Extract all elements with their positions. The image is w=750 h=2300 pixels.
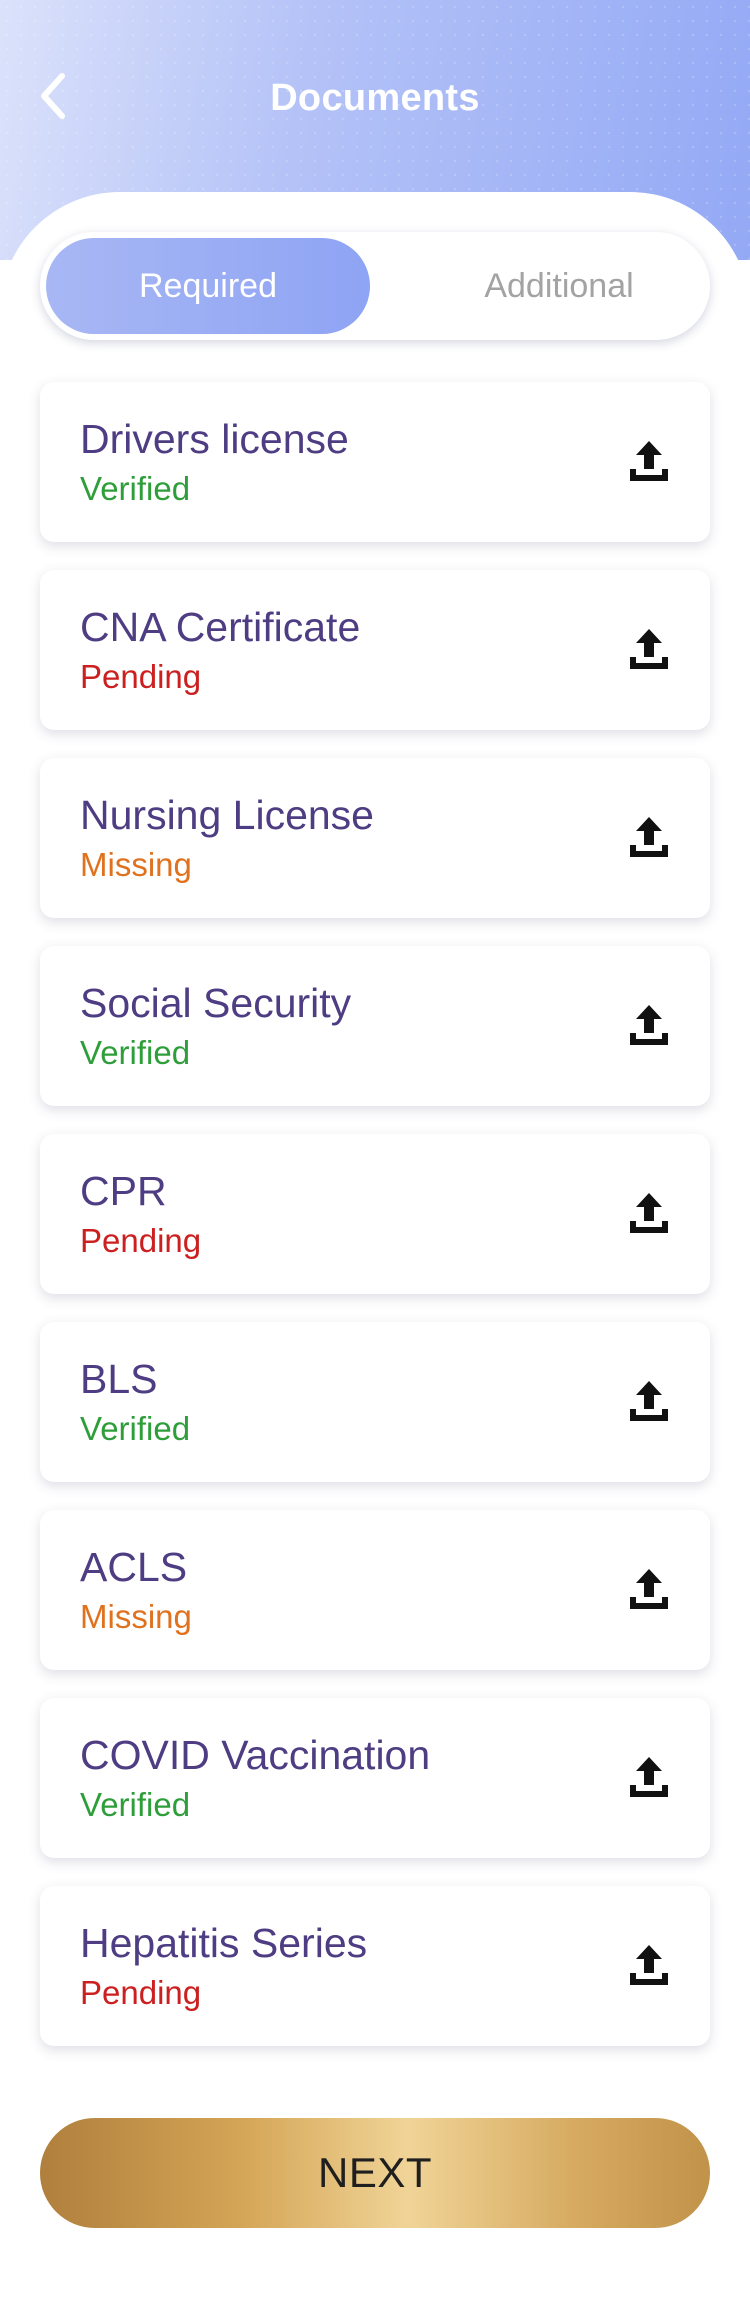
document-card-hepatitis-series[interactable]: Hepatitis Series Pending xyxy=(40,1886,710,2046)
upload-button[interactable] xyxy=(624,1565,674,1615)
upload-button[interactable] xyxy=(624,1941,674,1991)
upload-icon xyxy=(624,1005,674,1055)
upload-button[interactable] xyxy=(624,1189,674,1239)
upload-icon xyxy=(624,1569,674,1619)
document-name: Drivers license xyxy=(80,416,349,462)
document-card-cna-certificate[interactable]: CNA Certificate Pending xyxy=(40,570,710,730)
upload-icon xyxy=(624,817,674,867)
document-status: Verified xyxy=(80,1034,191,1071)
upload-icon xyxy=(624,441,674,491)
document-name: Hepatitis Series xyxy=(80,1920,368,1966)
document-card-drivers-license[interactable]: Drivers license Verified xyxy=(40,382,710,542)
document-status: Verified xyxy=(80,1410,191,1447)
upload-button[interactable] xyxy=(624,625,674,675)
tab-additional[interactable]: Additional xyxy=(414,238,704,334)
tab-required[interactable]: Required xyxy=(46,238,370,334)
tab-bar: Required Additional xyxy=(40,232,710,340)
document-card-nursing-license[interactable]: Nursing License Missing xyxy=(40,758,710,918)
document-name: ACLS xyxy=(80,1544,188,1590)
upload-icon xyxy=(624,1945,674,1995)
document-card-bls[interactable]: BLS Verified xyxy=(40,1322,710,1482)
upload-icon xyxy=(624,1381,674,1431)
document-name: COVID Vaccination xyxy=(80,1732,431,1778)
upload-button[interactable] xyxy=(624,1001,674,1051)
document-name: CPR xyxy=(80,1168,167,1214)
upload-icon xyxy=(624,1193,674,1243)
document-status: Verified xyxy=(80,470,191,507)
document-name: Social Security xyxy=(80,980,352,1026)
document-name: Nursing License xyxy=(80,792,374,838)
upload-icon xyxy=(624,1757,674,1807)
document-name: CNA Certificate xyxy=(80,604,361,650)
upload-button[interactable] xyxy=(624,1753,674,1803)
document-status: Verified xyxy=(80,1786,191,1823)
document-card-covid-vaccination[interactable]: COVID Vaccination Verified xyxy=(40,1698,710,1858)
upload-button[interactable] xyxy=(624,437,674,487)
document-status: Pending xyxy=(80,1974,202,2011)
document-card-social-security[interactable]: Social Security Verified xyxy=(40,946,710,1106)
next-button[interactable]: NEXT xyxy=(40,2118,710,2228)
document-status: Missing xyxy=(80,846,192,883)
upload-icon xyxy=(624,629,674,679)
upload-button[interactable] xyxy=(624,1377,674,1427)
upload-button[interactable] xyxy=(624,813,674,863)
document-status: Missing xyxy=(80,1598,192,1635)
document-name: BLS xyxy=(80,1356,158,1402)
document-status: Pending xyxy=(80,658,202,695)
document-card-acls[interactable]: ACLS Missing xyxy=(40,1510,710,1670)
document-card-cpr[interactable]: CPR Pending xyxy=(40,1134,710,1294)
document-status: Pending xyxy=(80,1222,202,1259)
page-title: Documents xyxy=(270,77,480,119)
